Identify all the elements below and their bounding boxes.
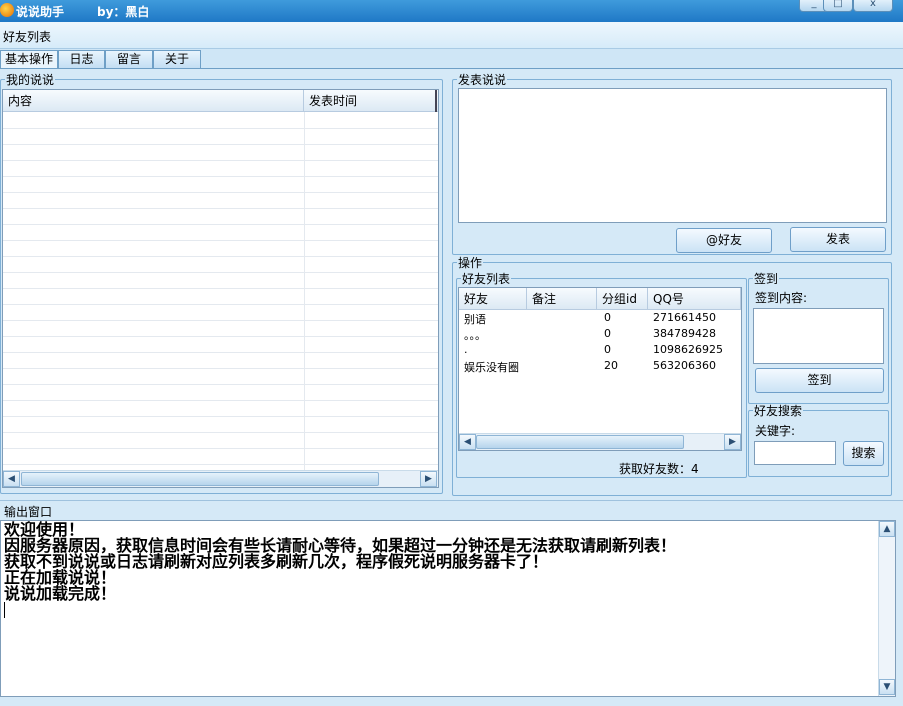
friend-name: 娱乐没有圈 — [464, 361, 519, 374]
output-vscroll[interactable]: ▲ ▼ — [878, 521, 895, 696]
friend-count: 获取好友数：4 — [619, 462, 699, 476]
friend-group: 0 — [604, 311, 611, 324]
maximize-icon[interactable]: □ — [823, 0, 853, 12]
window-author: by：黑白 — [97, 5, 150, 19]
friend-qq: 563206360 — [653, 359, 716, 372]
friend-list-title: 好友列表 — [462, 272, 511, 286]
scroll-down-icon[interactable]: ▼ — [879, 679, 895, 695]
checkin-button[interactable]: 签到 — [755, 368, 884, 393]
scroll-thumb[interactable] — [21, 472, 379, 486]
keyword-label: 关键字: — [755, 424, 796, 438]
col-post-time[interactable]: 发表时间 — [304, 90, 437, 112]
tab-about[interactable]: 关于 — [153, 50, 201, 69]
scroll-thumb[interactable] — [476, 435, 684, 449]
menu-bar: 好友列表 — [0, 22, 903, 49]
col-friend[interactable]: 好友 — [459, 288, 527, 310]
publish-textarea[interactable] — [458, 88, 887, 223]
scroll-up-icon[interactable]: ▲ — [879, 521, 895, 537]
tab-message[interactable]: 留言 — [105, 50, 153, 69]
window-title: 说说助手 — [16, 5, 65, 19]
table-row[interactable]: 。。。 0 384789428 — [459, 327, 741, 343]
at-friend-button[interactable]: @好友 — [676, 228, 772, 253]
friend-list-hscroll[interactable]: ◀ ▶ — [459, 433, 741, 450]
scroll-right-icon[interactable]: ▶ — [724, 434, 741, 450]
title-bar: 说说助手 by：黑白 _ □ x — [0, 0, 903, 22]
post-button[interactable]: 发表 — [790, 227, 886, 252]
my-posts-list[interactable]: 内容 发表时间 ◀ ▶ — [2, 89, 439, 488]
keyword-input[interactable] — [754, 441, 836, 465]
friend-group: 20 — [604, 359, 618, 372]
friend-qq: 271661450 — [653, 311, 716, 324]
friend-name: 别语 — [464, 313, 486, 326]
output-textarea[interactable]: 欢迎使用！ 因服务器原因，获取信息时间会有些长请耐心等待，如果超过一分钟还是无法… — [0, 520, 896, 697]
output-title: 输出窗口 — [4, 505, 53, 519]
friend-search-title: 好友搜索 — [754, 404, 803, 418]
operations-title: 操作 — [458, 256, 483, 270]
close-icon[interactable]: x — [853, 0, 893, 12]
friend-name: 。。。 — [464, 329, 486, 342]
my-posts-title: 我的说说 — [6, 73, 55, 87]
output-line: 说说加载完成！ — [4, 584, 117, 603]
friend-list[interactable]: 好友 备注 分组id QQ号 别语 0 271661450 。。。 0 3847… — [458, 287, 742, 451]
search-button[interactable]: 搜索 — [843, 441, 884, 466]
my-posts-header: 内容 发表时间 — [3, 90, 438, 112]
output-line: 正在加载说说！ — [4, 568, 117, 587]
text-caret — [4, 602, 5, 618]
friend-list-header: 好友 备注 分组id QQ号 — [459, 288, 741, 310]
output-line: 获取不到说说或日志请刷新对应列表多刷新几次，程序假死说明服务器卡了！ — [4, 552, 549, 571]
table-row[interactable]: 别语 0 271661450 — [459, 311, 741, 327]
publish-title: 发表说说 — [458, 73, 507, 87]
scroll-right-icon[interactable]: ▶ — [420, 471, 437, 487]
friend-name: . — [464, 343, 468, 356]
friend-group: 0 — [604, 343, 611, 356]
table-row[interactable]: 娱乐没有圈 20 563206360 — [459, 359, 741, 375]
app-icon — [0, 3, 14, 17]
column-divider — [304, 112, 305, 472]
scroll-left-icon[interactable]: ◀ — [3, 471, 20, 487]
col-content[interactable]: 内容 — [3, 90, 304, 112]
checkin-content-label: 签到内容: — [755, 291, 808, 305]
tab-log[interactable]: 日志 — [58, 50, 105, 69]
menu-friend-list[interactable]: 好友列表 — [3, 28, 51, 45]
scroll-left-icon[interactable]: ◀ — [459, 434, 476, 450]
my-posts-hscroll[interactable]: ◀ ▶ — [3, 470, 438, 487]
friend-qq: 384789428 — [653, 327, 716, 340]
friend-qq: 1098626925 — [653, 343, 723, 356]
checkin-title: 签到 — [754, 272, 779, 286]
table-row[interactable]: . 0 1098626925 — [459, 343, 741, 359]
col-remark[interactable]: 备注 — [527, 288, 597, 310]
col-qq[interactable]: QQ号 — [648, 288, 741, 310]
col-group-id[interactable]: 分组id — [597, 288, 648, 310]
tab-basic[interactable]: 基本操作 — [0, 50, 58, 69]
friend-group: 0 — [604, 327, 611, 340]
checkin-textarea[interactable] — [753, 308, 884, 364]
